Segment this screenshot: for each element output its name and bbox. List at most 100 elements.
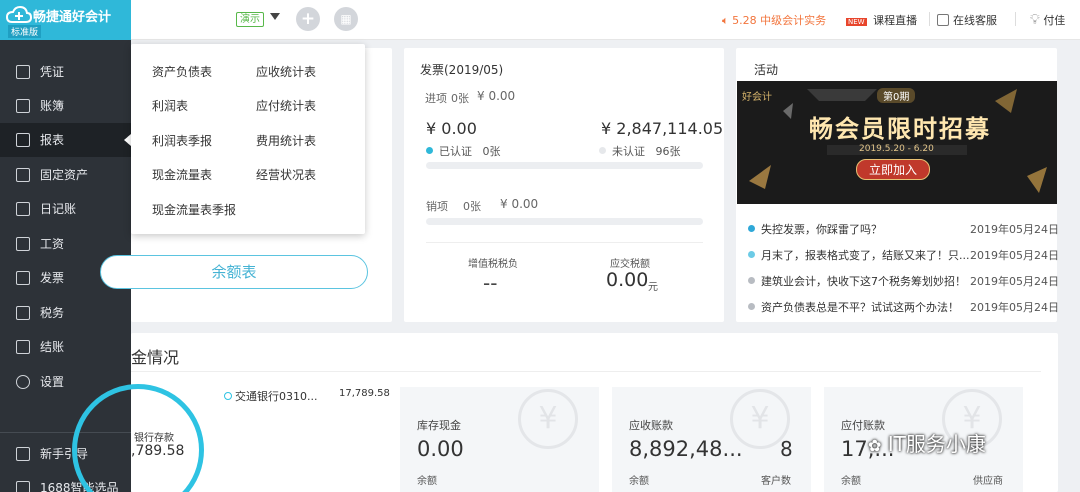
menu-item-balance-sheet[interactable]: 资产负债表 bbox=[152, 63, 212, 80]
sidebar-item-label: 日记账 bbox=[40, 202, 77, 216]
menu-item-income-statement[interactable]: 利润表 bbox=[152, 97, 188, 114]
sidebar-item-label: 报表 bbox=[40, 133, 65, 147]
divider bbox=[426, 242, 703, 243]
tax-icon bbox=[16, 306, 30, 320]
bullet-dot bbox=[748, 277, 755, 284]
sidebar-item-close-books[interactable]: 结账 bbox=[0, 330, 131, 364]
receivables-tile[interactable]: ¥ 应收账款 8,892,48... 余额 8 客户数 bbox=[612, 387, 811, 492]
user-name: 付佳 bbox=[1043, 14, 1066, 27]
live-label: 课程直播 bbox=[873, 14, 918, 27]
asset-icon bbox=[16, 168, 30, 182]
report-dropdown-menu: 资产负债表 利润表 利润表季报 现金流量表 现金流量表季报 应收统计表 应付统计… bbox=[131, 44, 365, 234]
wechat-icon: ✿ bbox=[868, 436, 882, 455]
new-badge: NEW bbox=[846, 18, 867, 26]
uncertified-status: 未认证 96张 bbox=[599, 143, 681, 159]
tile-label: 应收账款 bbox=[629, 419, 673, 432]
sidebar-item-label: 固定资产 bbox=[40, 168, 89, 182]
ledger-icon bbox=[16, 99, 30, 113]
bank-deposit-label: 银行存款 bbox=[134, 433, 174, 444]
input-amount: ¥ 0.00 bbox=[477, 89, 516, 103]
menu-item-payables-stats[interactable]: 应付统计表 bbox=[256, 97, 316, 114]
menu-item-expense-stats[interactable]: 费用统计表 bbox=[256, 132, 316, 149]
menu-item-cash-flow[interactable]: 现金流量表 bbox=[152, 166, 212, 183]
shop-icon bbox=[16, 481, 30, 492]
tile-sub-label: 余额 bbox=[629, 476, 649, 487]
news-item[interactable]: 月末了，报表格式变了，结账又来了！只... bbox=[748, 247, 970, 263]
news-item[interactable]: 建筑业会计，快收下这7个税务筹划妙招！ bbox=[748, 273, 966, 289]
menu-item-cash-flow-quarterly[interactable]: 现金流量表季报 bbox=[152, 201, 236, 218]
speaker-icon: 🔈︎ bbox=[722, 14, 729, 27]
sidebar-item-label: 税务 bbox=[40, 306, 65, 320]
sidebar-item-fixed-assets[interactable]: 固定资产 bbox=[0, 158, 131, 192]
vat-burden-value: -- bbox=[483, 271, 498, 295]
yen-icon: ¥ bbox=[518, 389, 578, 449]
live-course-link[interactable]: NEW 课程直播 bbox=[846, 12, 917, 28]
tax-due-unit: 元 bbox=[648, 282, 658, 293]
sidebar-item-journal[interactable]: 日记账 bbox=[0, 192, 131, 226]
tile-label: 库存现金 bbox=[417, 419, 461, 432]
promo-link[interactable]: 🔈︎ 5.28 中级会计实务 bbox=[722, 12, 826, 28]
tile-sub-label: 余额 bbox=[841, 476, 861, 487]
sidebar-item-label: 设置 bbox=[40, 375, 65, 389]
news-date: 2019年05月24日 bbox=[970, 223, 1059, 236]
tile-sub-label: 余额 bbox=[417, 476, 437, 487]
tax-due-value: 0.00 bbox=[606, 269, 649, 291]
promo-banner[interactable]: 好会计 第0期 畅会员限时招募 2019.5.20 - 6.20 立即加入 bbox=[737, 81, 1057, 204]
customer-count-label: 客户数 bbox=[761, 476, 791, 487]
news-date: 2019年05月24日 bbox=[970, 275, 1059, 288]
menu-item-receivables-stats[interactable]: 应收统计表 bbox=[256, 63, 316, 80]
certified-label: 已认证 bbox=[439, 145, 472, 158]
bank-account-amount: 17,789.58 bbox=[339, 388, 390, 399]
supplier-count-label: 供应商 bbox=[973, 476, 1003, 487]
divider bbox=[1015, 12, 1016, 26]
sidebar-item-label: 发票 bbox=[40, 271, 65, 285]
news-title: 失控发票，你踩雷了吗？ bbox=[761, 223, 882, 236]
app-logo[interactable]: 畅捷通好会计 标准版 bbox=[0, 0, 131, 40]
output-progress-bar bbox=[426, 218, 703, 225]
news-date: 2019年05月24日 bbox=[970, 301, 1059, 314]
invoice-icon bbox=[16, 271, 30, 285]
user-menu[interactable]: 💡︎ 付佳 bbox=[1030, 12, 1065, 28]
online-support-link[interactable]: 在线客服 bbox=[937, 12, 997, 28]
watermark-text: IT服务小康 bbox=[887, 432, 986, 456]
demo-mode-badge[interactable]: 演示 bbox=[236, 12, 264, 27]
output-label: 销项 bbox=[426, 200, 448, 213]
sidebar-item-tax[interactable]: 税务 bbox=[0, 296, 131, 330]
sidebar-item-label: 账簿 bbox=[40, 99, 65, 113]
banner-dates: 2019.5.20 - 6.20 bbox=[859, 144, 934, 154]
sidebar-item-report[interactable]: 报表 bbox=[0, 123, 131, 157]
cloud-logo-icon bbox=[6, 6, 32, 23]
menu-item-income-quarterly[interactable]: 利润表季报 bbox=[152, 132, 212, 149]
book-icon bbox=[937, 14, 949, 26]
app-name: 畅捷通好会计 bbox=[33, 10, 112, 25]
tile-value: 8,892,48... bbox=[629, 437, 743, 461]
customer-count: 8 bbox=[780, 437, 793, 461]
sidebar-item-label: 工资 bbox=[40, 237, 65, 251]
sidebar-item-label: 结账 bbox=[40, 340, 65, 354]
account-dot bbox=[224, 392, 232, 400]
banner-join-button[interactable]: 立即加入 bbox=[856, 159, 931, 180]
sidebar-item-label: 凭证 bbox=[40, 65, 65, 79]
add-icon[interactable]: + bbox=[296, 7, 320, 31]
news-item[interactable]: 资产负债表总是不平？试试这两个办法！ bbox=[748, 299, 959, 315]
bullet-dot bbox=[748, 251, 755, 258]
news-title: 月末了，报表格式变了，结账又来了！只... bbox=[761, 249, 970, 262]
news-item[interactable]: 失控发票，你踩雷了吗？ bbox=[748, 221, 882, 237]
cash-tile[interactable]: ¥ 库存现金 0.00 余额 bbox=[400, 387, 599, 492]
edition-badge: 标准版 bbox=[8, 25, 42, 38]
bank-account-row[interactable]: 交通银行0310... bbox=[224, 388, 317, 404]
sidebar-item-voucher[interactable]: 凭证 bbox=[0, 55, 131, 89]
chevron-down-icon[interactable] bbox=[270, 13, 280, 20]
gear-icon bbox=[16, 375, 30, 389]
banner-issue: 第0期 bbox=[877, 88, 916, 103]
sidebar-item-ledger[interactable]: 账簿 bbox=[0, 89, 131, 123]
menu-item-operations-report[interactable]: 经营状况表 bbox=[256, 166, 316, 183]
guide-icon bbox=[16, 447, 30, 461]
uncertified-amount: ¥ 2,847,114.05 bbox=[601, 119, 724, 138]
balance-sheet-button[interactable]: 余额表 bbox=[100, 255, 368, 289]
journal-icon bbox=[16, 202, 30, 216]
uncertified-label: 未认证 bbox=[612, 145, 645, 158]
tile-value: 0.00 bbox=[417, 437, 464, 461]
promo-label: 5.28 中级会计实务 bbox=[732, 14, 827, 27]
grid-apps-icon[interactable]: ▦ bbox=[334, 7, 358, 31]
